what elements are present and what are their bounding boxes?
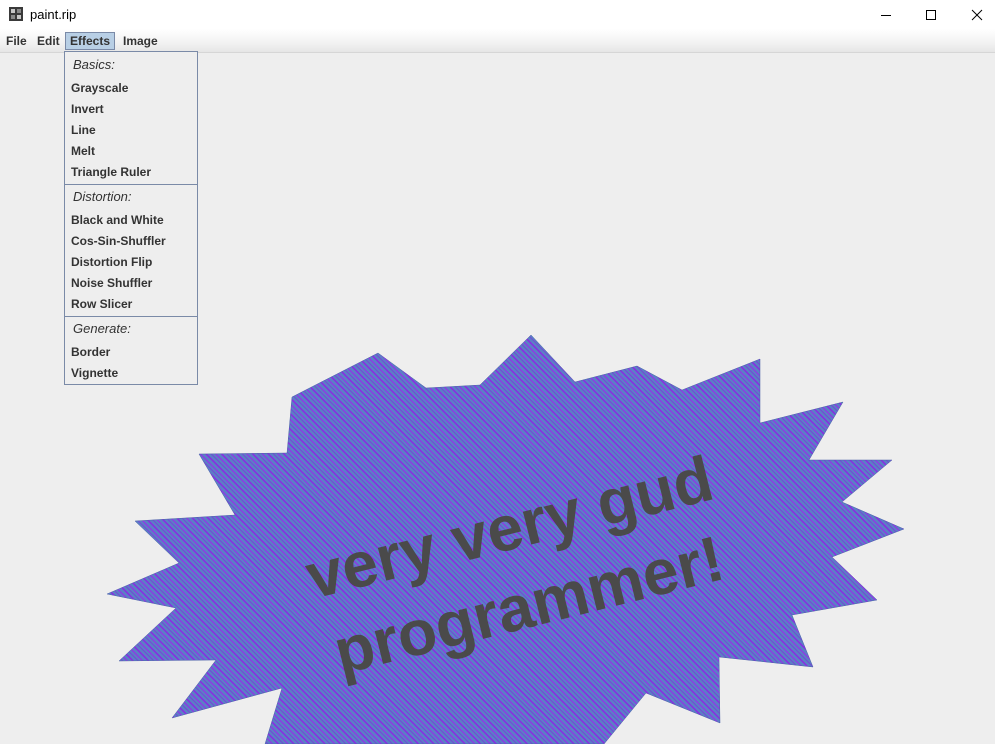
- menu-item-triangle-ruler[interactable]: Triangle Ruler: [71, 165, 151, 179]
- title-bar: paint.rip: [0, 0, 995, 29]
- section-label-distortion: Distortion:: [73, 189, 132, 204]
- menu-image[interactable]: Image: [119, 32, 162, 50]
- close-button[interactable]: [954, 0, 995, 29]
- menu-item-border[interactable]: Border: [71, 345, 110, 359]
- section-label-basics: Basics:: [73, 57, 115, 72]
- menu-item-invert[interactable]: Invert: [71, 102, 104, 116]
- menu-separator: [65, 316, 197, 317]
- menu-edit[interactable]: Edit: [33, 32, 64, 50]
- maximize-button[interactable]: [908, 0, 954, 29]
- menu-item-black-and-white[interactable]: Black and White: [71, 213, 164, 227]
- maximize-icon: [926, 9, 936, 20]
- minimize-button[interactable]: [863, 0, 909, 29]
- menu-bar: File Edit Effects Image: [0, 29, 995, 53]
- minimize-icon: [881, 14, 891, 16]
- close-icon: [971, 9, 983, 20]
- menu-item-melt[interactable]: Melt: [71, 144, 95, 158]
- menu-file[interactable]: File: [2, 32, 31, 50]
- app-icon: [9, 7, 23, 21]
- menu-item-grayscale[interactable]: Grayscale: [71, 81, 128, 95]
- effects-dropdown: Basics: Grayscale Invert Line Melt Trian…: [64, 51, 198, 385]
- menu-item-row-slicer[interactable]: Row Slicer: [71, 297, 132, 311]
- menu-item-line[interactable]: Line: [71, 123, 96, 137]
- menu-separator: [65, 184, 197, 185]
- menu-effects[interactable]: Effects: [65, 32, 116, 50]
- menu-item-vignette[interactable]: Vignette: [71, 366, 118, 380]
- window-title: paint.rip: [30, 7, 77, 22]
- menu-item-cos-sin-shuffler[interactable]: Cos-Sin-Shuffler: [71, 234, 166, 248]
- menu-item-noise-shuffler[interactable]: Noise Shuffler: [71, 276, 152, 290]
- section-label-generate: Generate:: [73, 321, 131, 336]
- menu-item-distortion-flip[interactable]: Distortion Flip: [71, 255, 152, 269]
